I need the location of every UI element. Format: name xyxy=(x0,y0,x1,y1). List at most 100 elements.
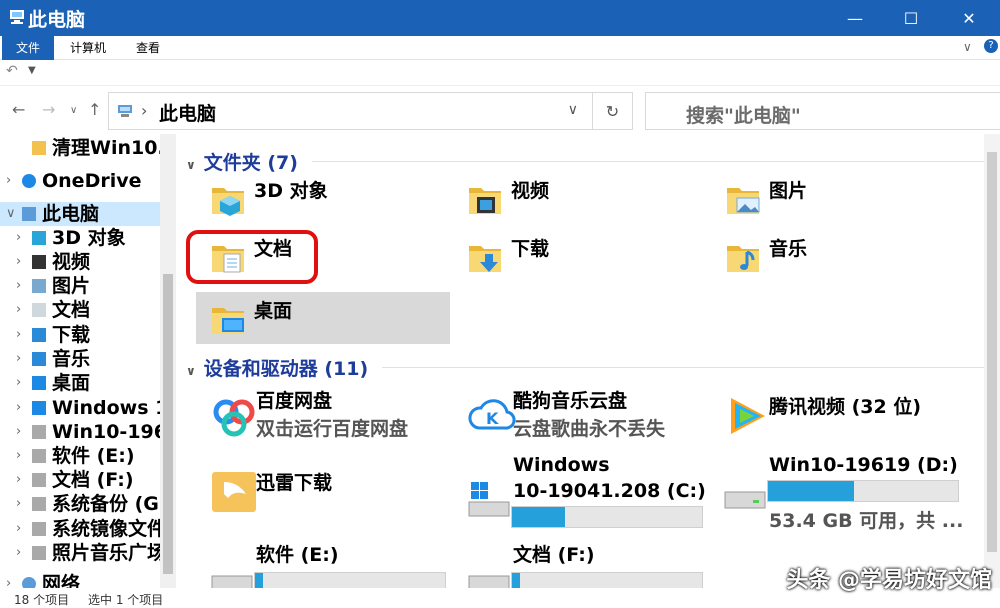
device-description: 云盘歌曲永不丢失 xyxy=(513,418,666,440)
sidebar-item[interactable]: › OneDrive xyxy=(0,169,160,193)
scroll-thumb[interactable] xyxy=(163,274,173,574)
sidebar-item[interactable]: › 音乐 xyxy=(0,347,160,371)
forward-icon[interactable]: → xyxy=(42,100,55,119)
chevron-right-icon[interactable]: › xyxy=(6,576,11,588)
device-xunlei[interactable]: 迅雷下载 xyxy=(200,464,452,534)
sidebar-item-label: Windows 1 xyxy=(52,397,169,419)
chevron-right-icon[interactable]: › xyxy=(16,472,21,487)
drive-icon xyxy=(32,449,46,463)
chevron-right-icon[interactable]: › xyxy=(16,327,21,342)
chevron-down-icon[interactable]: ∨ xyxy=(568,102,578,118)
sidebar-item[interactable]: › 图片 xyxy=(0,274,160,298)
drive-icon xyxy=(32,497,46,511)
refresh-button[interactable]: ↻ xyxy=(593,92,633,130)
section-header-folders[interactable]: ∨ 文件夹 (7) xyxy=(186,148,298,175)
sidebar-item[interactable]: › 3D 对象 xyxy=(0,226,160,250)
minimize-button[interactable]: — xyxy=(832,0,878,36)
undo-icon[interactable]: ↶ xyxy=(6,63,18,79)
folder-videos[interactable]: 视频 xyxy=(453,172,705,224)
sidebar-item-label: 文档 (F:) xyxy=(52,469,134,491)
sidebar-item[interactable]: › 文档 xyxy=(0,298,160,322)
chevron-right-icon[interactable]: › xyxy=(16,278,21,293)
content-scrollbar[interactable] xyxy=(984,134,1000,588)
device-kugou-cloud[interactable]: K 酷狗音乐云盘 云盘歌曲永不丢失 xyxy=(457,388,709,458)
chevron-right-icon[interactable]: › xyxy=(16,351,21,366)
tab-computer[interactable]: 计算机 xyxy=(56,36,120,60)
address-bar[interactable]: › 此电脑 ∨ xyxy=(108,92,593,130)
cloud-icon xyxy=(22,174,36,188)
back-icon[interactable]: ← xyxy=(12,100,25,119)
downloads-folder-icon xyxy=(469,246,501,272)
scroll-thumb[interactable] xyxy=(987,152,997,552)
device-name: 酷狗音乐云盘 xyxy=(513,390,628,412)
chevron-right-icon[interactable]: › xyxy=(16,230,21,245)
maximize-button[interactable]: ☐ xyxy=(888,0,934,36)
sidebar-item[interactable]: › 系统镜像文件 xyxy=(0,517,166,541)
search-input[interactable]: 搜索"此电脑" xyxy=(645,92,1000,130)
sidebar-item[interactable]: › 系统备份 (G xyxy=(0,492,160,516)
folder-downloads[interactable]: 下载 xyxy=(453,230,705,282)
navigation-pane-scrollbar[interactable] xyxy=(160,134,176,588)
xunlei-folder-icon xyxy=(212,472,256,512)
folder-desktop[interactable]: 桌面 xyxy=(196,292,450,344)
device-name: 软件 (E:) xyxy=(256,544,339,566)
sidebar-item[interactable]: › 照片音乐广场 xyxy=(0,541,166,565)
3d-objects-folder-icon xyxy=(212,188,244,216)
drive-icon xyxy=(724,491,766,509)
chevron-right-icon[interactable]: › xyxy=(16,424,21,439)
sidebar-item[interactable]: › Win10-196 xyxy=(0,420,167,444)
kugou-cloud-icon: K xyxy=(468,399,516,430)
chevron-right-icon[interactable]: › xyxy=(16,302,21,317)
sidebar-item-label: 照片音乐广场 xyxy=(52,542,167,564)
sidebar-item[interactable]: ∨ 此电脑 xyxy=(0,202,160,226)
customize-toolbar-icon[interactable]: ▼ xyxy=(28,65,36,76)
sidebar-item[interactable]: › 桌面 xyxy=(0,371,160,395)
folder-name: 桌面 xyxy=(254,300,293,322)
chevron-right-icon[interactable]: › xyxy=(16,496,21,511)
collapse-icon[interactable]: ∨ xyxy=(186,158,196,172)
breadcrumb-chevron-icon[interactable]: › xyxy=(141,101,147,120)
device-drive-f[interactable]: 文档 (F:) xyxy=(457,542,709,588)
device-tencent-video[interactable]: 腾讯视频 (32 位) xyxy=(713,388,993,458)
drive-icon xyxy=(32,425,46,439)
ribbon-expand-icon[interactable]: ∨ xyxy=(963,40,972,54)
chevron-right-icon[interactable]: › xyxy=(6,173,11,188)
address-path[interactable]: 此电脑 xyxy=(159,99,216,126)
sidebar-item[interactable]: › 下载 xyxy=(0,323,160,347)
chevron-right-icon[interactable]: › xyxy=(16,375,21,390)
sidebar-item-label: 清理Win10. xyxy=(52,137,165,159)
chevron-right-icon[interactable]: › xyxy=(16,521,21,536)
folder-pictures[interactable]: 图片 xyxy=(711,172,963,224)
chevron-right-icon[interactable]: › xyxy=(16,254,21,269)
tab-view[interactable]: 查看 xyxy=(122,36,174,60)
collapse-icon[interactable]: ∨ xyxy=(186,364,196,378)
sidebar-item[interactable]: › 文档 (F:) xyxy=(0,468,160,492)
tab-file[interactable]: 文件 xyxy=(2,36,55,60)
device-drive-d[interactable]: Win10-19619 (D:) 53.4 GB 可用，共 ... xyxy=(713,452,973,532)
sidebar-item-label: 软件 (E:) xyxy=(52,445,135,467)
sidebar-item[interactable]: › 网络 xyxy=(0,572,160,588)
chevron-right-icon[interactable]: › xyxy=(16,400,21,415)
device-baidu-netdisk[interactable]: 百度网盘 双击运行百度网盘 xyxy=(200,388,452,458)
section-header-devices[interactable]: ∨ 设备和驱动器 (11) xyxy=(186,354,368,381)
help-icon[interactable]: ? xyxy=(984,39,998,53)
folder-3d-objects[interactable]: 3D 对象 xyxy=(196,172,448,224)
desktop-icon xyxy=(32,376,46,390)
device-drive-c[interactable]: Windows 10-19041.208 (C:) xyxy=(457,452,717,532)
video-icon xyxy=(32,255,46,269)
chevron-right-icon[interactable]: › xyxy=(16,448,21,463)
sidebar-item[interactable]: › Windows 1 xyxy=(0,396,168,420)
recent-locations-icon[interactable]: ∨ xyxy=(70,105,77,116)
device-drive-e[interactable]: 软件 (E:) xyxy=(200,542,452,588)
sidebar-item[interactable]: › 软件 (E:) xyxy=(0,444,160,468)
watermark: 头条 @学易坊好文馆 xyxy=(786,568,992,593)
folder-music[interactable]: 音乐 xyxy=(711,230,963,282)
up-icon[interactable]: ↑ xyxy=(88,100,101,119)
chevron-right-icon[interactable]: › xyxy=(16,545,21,560)
ribbon-tabs: 文件 计算机 查看 ∨ ? xyxy=(0,36,1000,60)
sidebar-item[interactable]: 清理Win10. xyxy=(0,136,165,160)
close-button[interactable]: ✕ xyxy=(946,0,992,36)
drive-icon xyxy=(211,575,253,588)
sidebar-item[interactable]: › 视频 xyxy=(0,250,160,274)
chevron-down-icon[interactable]: ∨ xyxy=(6,206,16,221)
